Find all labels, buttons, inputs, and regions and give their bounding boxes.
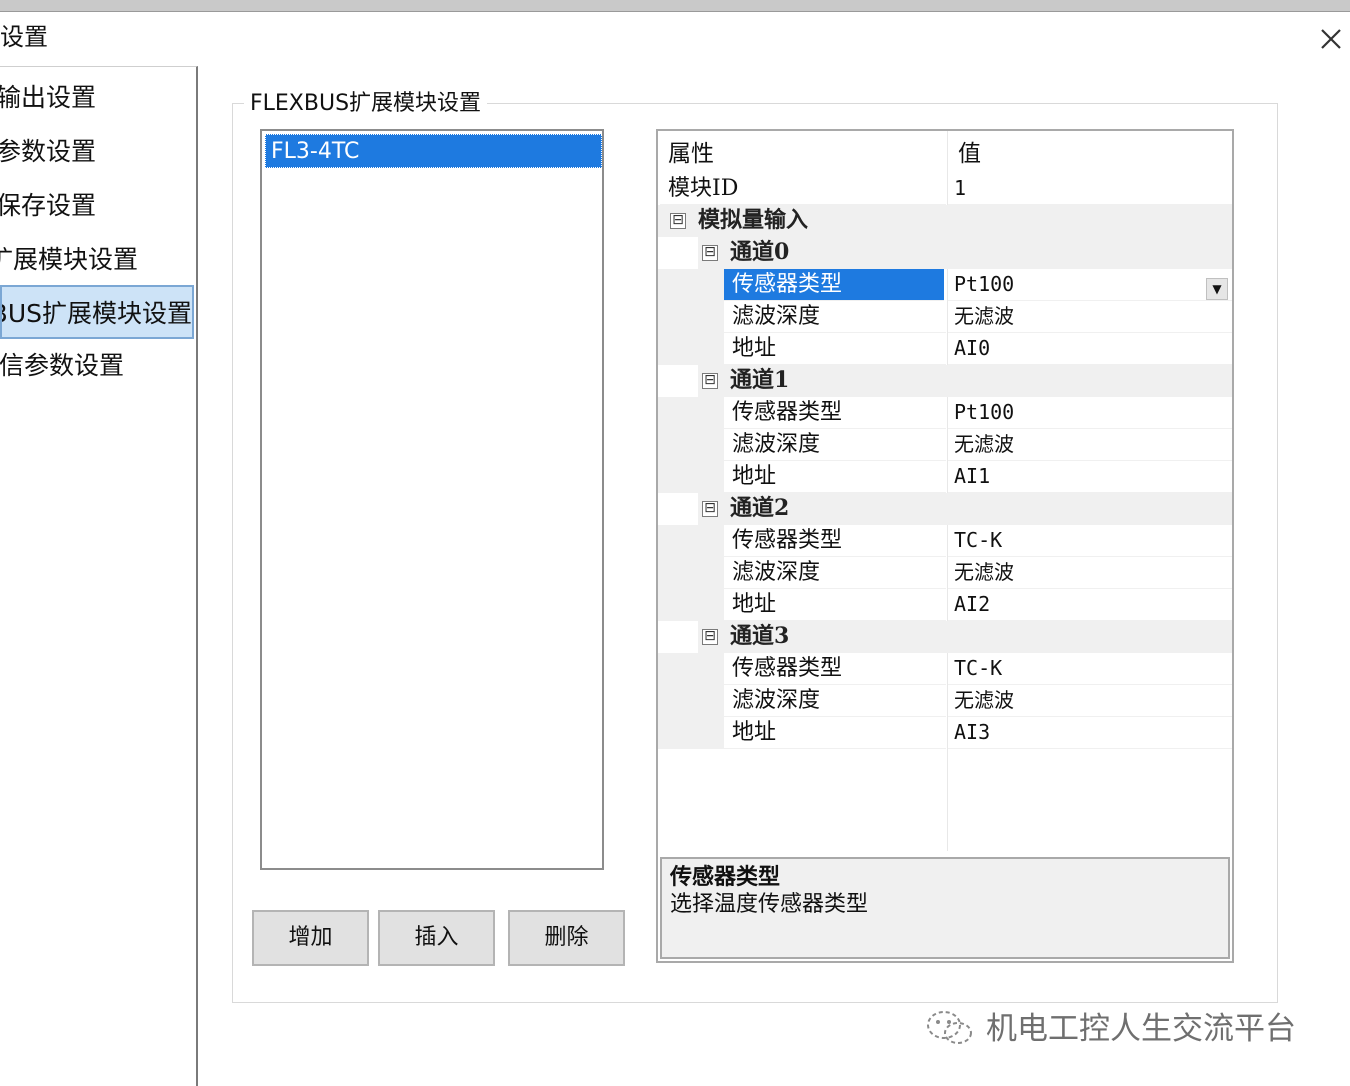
chevron-down-icon[interactable]: ▼: [1206, 278, 1228, 300]
grid-row[interactable]: 滤波深度 无滤波: [658, 685, 1232, 717]
property-value[interactable]: AI0: [948, 333, 1232, 365]
dialog-title: 设置: [0, 23, 48, 51]
row-gutter: [658, 429, 724, 461]
row-gutter: [658, 589, 724, 621]
minus-box-icon[interactable]: ⊟: [670, 213, 686, 229]
property-value[interactable]: Pt100: [948, 397, 1232, 429]
channel-0-header[interactable]: ⊟ 通道0: [698, 237, 1232, 269]
header-value: 值: [958, 141, 981, 167]
property-name[interactable]: 地址: [724, 333, 946, 365]
header-property: 属性: [668, 141, 714, 167]
row-gutter: [658, 525, 724, 557]
property-name[interactable]: 滤波深度: [724, 301, 946, 333]
grid-row[interactable]: 滤波深度 无滤波: [658, 429, 1232, 461]
close-icon[interactable]: [1314, 22, 1348, 56]
grid-row[interactable]: 滤波深度 无滤波: [658, 301, 1232, 333]
property-help-panel: 传感器类型 选择温度传感器类型: [660, 857, 1230, 959]
property-name[interactable]: 滤波深度: [724, 557, 946, 589]
nav-item-save-settings[interactable]: 保存设置: [0, 179, 194, 233]
property-grid[interactable]: 属性 值 模块ID 1 ⊟ 模拟量输入 ⊟ 通道0 传感器类型 Pt100 滤波…: [656, 129, 1234, 963]
property-value[interactable]: TC-K: [948, 525, 1232, 557]
grid-row[interactable]: 地址 AI1: [658, 461, 1232, 493]
channel-1-header[interactable]: ⊟ 通道1: [698, 365, 1232, 397]
row-gutter: [658, 717, 724, 749]
row-gutter: [658, 557, 724, 589]
channel-label: 通道1: [730, 367, 790, 393]
row-gutter: [658, 397, 724, 429]
grid-row[interactable]: 传感器类型 TC-K: [658, 653, 1232, 685]
grid-row[interactable]: 地址 AI2: [658, 589, 1232, 621]
property-name[interactable]: 地址: [724, 461, 946, 493]
grid-row[interactable]: 地址 AI0: [658, 333, 1232, 365]
row-gutter: [658, 269, 724, 301]
channel-3-header[interactable]: ⊟ 通道3: [698, 621, 1232, 653]
nav-item-parameter-settings[interactable]: 参数设置: [0, 125, 194, 179]
watermark-text: 机电工控人生交流平台: [986, 1011, 1296, 1047]
property-name[interactable]: 滤波深度: [724, 685, 946, 717]
category-label: 模拟量输入: [698, 207, 809, 233]
minus-box-icon[interactable]: ⊟: [702, 501, 718, 517]
property-name[interactable]: 传感器类型: [724, 653, 946, 685]
wechat-icon: [927, 1011, 972, 1044]
module-list[interactable]: FL3-4TC: [260, 129, 604, 870]
property-name[interactable]: 传感器类型: [724, 269, 944, 301]
minus-box-icon[interactable]: ⊟: [702, 373, 718, 389]
property-value[interactable]: 无滤波: [948, 429, 1232, 461]
grid-row[interactable]: 传感器类型 TC-K: [658, 525, 1232, 557]
add-button[interactable]: 增加: [252, 910, 369, 966]
groupbox-title: FLEXBUS扩展模块设置: [244, 88, 488, 120]
grid-row-module-id[interactable]: 模块ID 1: [658, 173, 1232, 205]
property-value[interactable]: TC-K: [948, 653, 1232, 685]
help-title: 传感器类型: [670, 864, 781, 890]
module-list-item[interactable]: FL3-4TC: [265, 134, 602, 168]
property-value[interactable]: 无滤波: [948, 685, 1232, 717]
property-name[interactable]: 滤波深度: [724, 429, 946, 461]
category-analog-input[interactable]: ⊟ 模拟量输入: [658, 205, 1232, 237]
property-name[interactable]: 传感器类型: [724, 525, 946, 557]
grid-row[interactable]: 传感器类型 Pt100: [658, 269, 1232, 301]
row-gutter: [658, 301, 724, 333]
nav-item-output-settings[interactable]: 输出设置: [0, 71, 194, 125]
row-gutter: [658, 653, 724, 685]
grid-header: 属性 值: [658, 135, 1232, 173]
minus-box-icon[interactable]: ⊟: [702, 245, 718, 261]
settings-nav: 输出设置 参数设置 保存设置 扩展模块设置 FLEXBUS扩展模块设置 通信参数…: [0, 66, 198, 1086]
property-name: 模块ID: [660, 173, 946, 205]
channel-label: 通道3: [730, 623, 790, 649]
delete-button[interactable]: 删除: [508, 910, 625, 966]
nav-item-communication-settings[interactable]: 通信参数设置: [0, 339, 172, 393]
channel-label: 通道2: [730, 495, 790, 521]
row-gutter: [658, 461, 724, 493]
property-name[interactable]: 传感器类型: [724, 397, 946, 429]
channel-2-header[interactable]: ⊟ 通道2: [698, 493, 1232, 525]
grid-row[interactable]: 地址 AI3: [658, 717, 1232, 749]
property-value[interactable]: AI2: [948, 589, 1232, 621]
row-gutter: [658, 333, 724, 365]
window-top-strip: [0, 0, 1350, 12]
property-value[interactable]: AI3: [948, 717, 1232, 749]
help-description: 选择温度传感器类型: [670, 892, 869, 917]
property-value[interactable]: 无滤波: [948, 557, 1232, 589]
minus-box-icon[interactable]: ⊟: [702, 629, 718, 645]
nav-item-extension-module-settings[interactable]: 扩展模块设置: [0, 233, 186, 287]
property-name[interactable]: 地址: [724, 589, 946, 621]
property-value[interactable]: AI1: [948, 461, 1232, 493]
row-gutter: [658, 685, 724, 717]
property-value[interactable]: 1: [948, 173, 1232, 205]
grid-row[interactable]: 传感器类型 Pt100: [658, 397, 1232, 429]
property-value[interactable]: 无滤波: [948, 301, 1232, 333]
channel-label: 通道0: [730, 239, 790, 265]
insert-button[interactable]: 插入: [378, 910, 495, 966]
nav-item-flexbus-module-settings[interactable]: FLEXBUS扩展模块设置: [0, 285, 194, 339]
sensor-type-dropdown[interactable]: Pt100: [948, 269, 1232, 301]
grid-row[interactable]: 滤波深度 无滤波: [658, 557, 1232, 589]
property-name[interactable]: 地址: [724, 717, 946, 749]
